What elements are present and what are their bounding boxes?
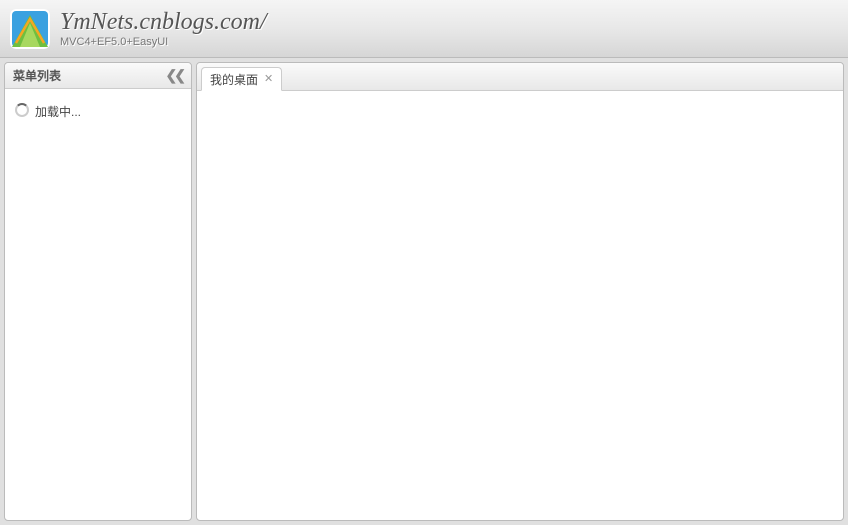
- tab-content: [197, 91, 843, 520]
- app-subtitle: MVC4+EF5.0+EasyUI: [60, 36, 267, 48]
- sidebar-body: 加载中...: [5, 89, 191, 520]
- sidebar-header: 菜单列表 ❮❮: [5, 63, 191, 89]
- app-logo: [10, 9, 50, 49]
- close-icon[interactable]: ✕: [264, 74, 273, 85]
- app-header: YmNets.cnblogs.com/ MVC4+EF5.0+EasyUI: [0, 0, 848, 58]
- loading-spinner-icon: [15, 103, 29, 117]
- tab-desktop[interactable]: 我的桌面 ✕: [201, 67, 282, 91]
- tab-label: 我的桌面: [210, 71, 258, 88]
- app-title: YmNets.cnblogs.com/: [60, 10, 267, 34]
- collapse-sidebar-icon[interactable]: ❮❮: [166, 67, 183, 84]
- loading-text: 加载中...: [35, 103, 81, 120]
- main-panel: 我的桌面 ✕: [196, 62, 844, 521]
- tabs-bar: 我的桌面 ✕: [197, 63, 843, 91]
- sidebar-title: 菜单列表: [13, 67, 61, 84]
- sidebar-panel: 菜单列表 ❮❮ 加载中...: [4, 62, 192, 521]
